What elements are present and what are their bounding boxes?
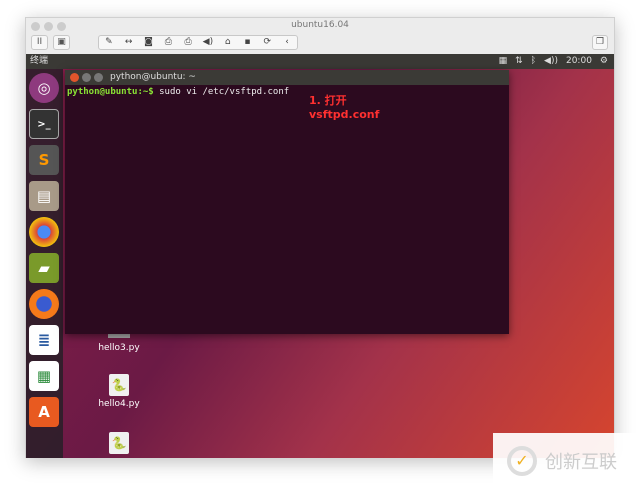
watermark-logo: ✓	[507, 445, 537, 476]
prompt: python@ubuntu:~$	[67, 87, 154, 97]
minimize-button[interactable]	[82, 73, 91, 82]
top-panel: 终端 ▦ ⇅ ᛒ ◀)) 20:00 ⚙	[26, 54, 614, 69]
printer2-icon[interactable]: ⎙	[178, 36, 198, 49]
snapshot-button[interactable]: ▣	[53, 35, 70, 50]
terminal-window[interactable]: python@ubuntu: ~ python@ubuntu:~$ sudo v…	[65, 70, 509, 334]
terminal-output[interactable]: python@ubuntu:~$ sudo vi /etc/vsftpd.con…	[65, 85, 509, 99]
keyboard-icon[interactable]: ▦	[499, 54, 508, 69]
command: sudo vi /etc/vsftpd.conf	[153, 87, 290, 97]
ubuntu-dash-icon[interactable]: ◎	[29, 73, 59, 103]
desktop-file[interactable]: hello3.py	[89, 334, 149, 353]
refresh-icon[interactable]: ⟳	[257, 36, 277, 49]
vm-window: ubuntu16.04 II ▣ ✎ ↔ ◙ ⎙ ⎙ ◀) ⌂ ▪ ⟳ ‹ ❐ …	[25, 17, 615, 458]
gear-icon[interactable]: ⚙	[600, 54, 608, 69]
floppy-icon[interactable]: ▪	[238, 36, 258, 49]
fullscreen-button[interactable]: ❐	[592, 35, 608, 50]
network-icon[interactable]: ⇅	[515, 54, 523, 69]
software-center-icon[interactable]: A	[29, 397, 59, 427]
python-file-icon: 🐍	[109, 432, 129, 454]
books-icon[interactable]: ▰	[29, 253, 59, 283]
close-button[interactable]	[70, 73, 79, 82]
annotation: 1. 打开 vsftpd.conf	[309, 94, 380, 121]
disk-icon[interactable]: ◙	[139, 36, 159, 49]
clock[interactable]: 20:00	[566, 54, 592, 69]
wrench-icon[interactable]: ✎	[99, 36, 119, 49]
firefox-icon[interactable]	[29, 289, 59, 319]
terminal-icon[interactable]: >_	[29, 109, 59, 139]
desktop-file[interactable]: 🐍	[89, 432, 149, 457]
printer-icon[interactable]: ⎙	[158, 36, 178, 49]
watermark-text: 创新互联	[545, 451, 617, 473]
bluetooth-icon[interactable]: ᛒ	[531, 54, 536, 69]
calc-icon[interactable]: ▦	[29, 361, 59, 391]
chrome-icon[interactable]	[29, 217, 59, 247]
usb-icon[interactable]: ⌂	[218, 36, 238, 49]
speaker-icon[interactable]: ◀)	[198, 36, 218, 49]
volume-icon[interactable]: ◀))	[544, 54, 558, 69]
sublime-text-icon[interactable]: S	[29, 145, 59, 175]
terminal-titlebar: python@ubuntu: ~	[65, 70, 509, 85]
pause-button[interactable]: II	[31, 35, 48, 50]
ubuntu-screen: 终端 ▦ ⇅ ᛒ ◀)) 20:00 ⚙ ◎ >_ S ▤ ▰ ≣ ▦ A he…	[26, 54, 614, 458]
writer-icon[interactable]: ≣	[29, 325, 59, 355]
files-icon[interactable]: ▤	[29, 181, 59, 211]
maximize-button[interactable]	[94, 73, 103, 82]
watermark: ✓ 创新互联	[493, 433, 640, 488]
terminal-title: python@ubuntu: ~	[110, 72, 196, 82]
chevron-left-icon[interactable]: ‹	[277, 36, 297, 49]
window-title: ubuntu16.04	[291, 20, 349, 30]
desktop-file[interactable]: 🐍 hello4.py	[89, 374, 149, 409]
python-file-icon: 🐍	[109, 374, 129, 396]
app-name: 终端	[30, 56, 49, 66]
arrows-icon[interactable]: ↔	[119, 36, 139, 49]
vm-toolbar: ✎ ↔ ◙ ⎙ ⎙ ◀) ⌂ ▪ ⟳ ‹	[98, 35, 298, 50]
launcher: ◎ >_ S ▤ ▰ ≣ ▦ A	[26, 69, 63, 458]
